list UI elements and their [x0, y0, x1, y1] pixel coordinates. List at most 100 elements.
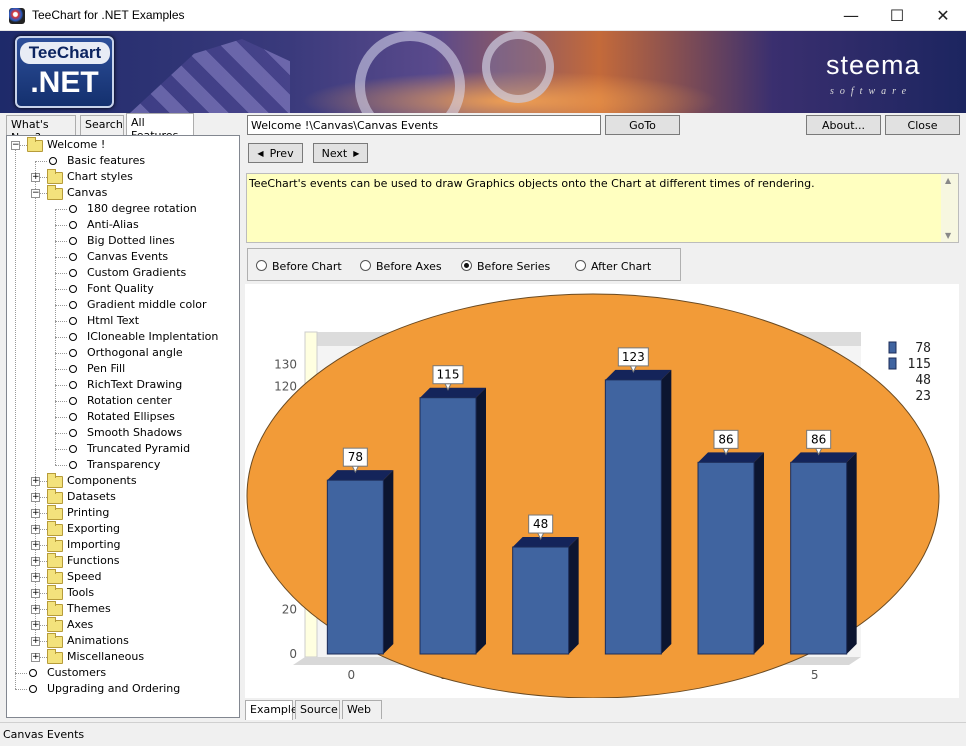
- tree-node[interactable]: + Components: [7, 473, 237, 489]
- radio-1[interactable]: [360, 260, 371, 271]
- tree-node[interactable]: Upgrading and Ordering: [7, 681, 237, 697]
- goto-button[interactable]: GoTo: [605, 115, 680, 135]
- tree-node[interactable]: RichText Drawing: [7, 377, 237, 393]
- tree-node[interactable]: Canvas Events: [7, 249, 237, 265]
- tree-node[interactable]: Font Quality: [7, 281, 237, 297]
- title-bar: TeeChart for .NET Examples — ☐ ✕: [0, 0, 966, 31]
- tree-expander-icon[interactable]: +: [31, 605, 40, 614]
- tree-expander-icon[interactable]: +: [31, 589, 40, 598]
- tree-node[interactable]: Html Text: [7, 313, 237, 329]
- maximize-button[interactable]: ☐: [874, 0, 920, 31]
- tree-expander-icon[interactable]: +: [31, 525, 40, 534]
- path-input[interactable]: [247, 115, 601, 135]
- y-tick-label: 130: [274, 357, 297, 371]
- folder-icon: [47, 649, 63, 664]
- tab-search[interactable]: Search: [80, 115, 124, 135]
- tree-node[interactable]: Basic features: [7, 153, 237, 169]
- tree-expander-icon[interactable]: −: [31, 189, 40, 198]
- tree-node[interactable]: Big Dotted lines: [7, 233, 237, 249]
- close-window-button[interactable]: ✕: [920, 0, 966, 31]
- folder-icon: [47, 185, 63, 200]
- tree-node[interactable]: + Importing: [7, 537, 237, 553]
- radio-label[interactable]: Before Chart: [272, 260, 342, 273]
- description-scrollbar[interactable]: ▲ ▼: [941, 174, 958, 242]
- tree-node[interactable]: + Animations: [7, 633, 237, 649]
- tree-expander-icon[interactable]: +: [31, 173, 40, 182]
- tree-node[interactable]: + Axes: [7, 617, 237, 633]
- tab-web[interactable]: Web: [342, 700, 382, 719]
- banner: [0, 31, 966, 113]
- leaf-circle-icon: [69, 461, 77, 469]
- leaf-circle-icon: [49, 157, 57, 165]
- tab-whats-new[interactable]: What's New?: [6, 115, 76, 144]
- radio-label[interactable]: After Chart: [591, 260, 651, 273]
- tree-expander-icon[interactable]: +: [31, 557, 40, 566]
- tree-node[interactable]: + Exporting: [7, 521, 237, 537]
- tree-node[interactable]: 180 degree rotation: [7, 201, 237, 217]
- tree-node[interactable]: + Functions: [7, 553, 237, 569]
- tree-node[interactable]: + Tools: [7, 585, 237, 601]
- prev-button[interactable]: ◀ Prev: [248, 143, 303, 163]
- tree-node[interactable]: Rotated Ellipses: [7, 409, 237, 425]
- leaf-circle-icon: [69, 445, 77, 453]
- tree-node[interactable]: + Miscellaneous: [7, 649, 237, 665]
- tree-node[interactable]: Rotation center: [7, 393, 237, 409]
- tab-source[interactable]: Source: [295, 700, 340, 719]
- tree-node[interactable]: Orthogonal angle: [7, 345, 237, 361]
- tree-expander-icon[interactable]: −: [11, 141, 20, 150]
- tree-node[interactable]: + Speed: [7, 569, 237, 585]
- tree-node[interactable]: Transparency: [7, 457, 237, 473]
- tree-expander-icon[interactable]: +: [31, 493, 40, 502]
- tree-node-label: Orthogonal angle: [87, 346, 183, 359]
- tree-node[interactable]: Truncated Pyramid: [7, 441, 237, 457]
- about-button[interactable]: About...: [806, 115, 881, 135]
- tree-node[interactable]: Custom Gradients: [7, 265, 237, 281]
- tree-node[interactable]: − Canvas: [7, 185, 237, 201]
- radio-0[interactable]: [256, 260, 267, 271]
- folder-icon: [47, 601, 63, 616]
- scroll-down-icon[interactable]: ▼: [945, 231, 951, 240]
- y-tick-label: 0: [289, 647, 297, 661]
- tab-all-features[interactable]: All Features: [126, 113, 194, 142]
- tab-example[interactable]: Example: [245, 700, 298, 720]
- tree-expander-icon[interactable]: +: [31, 637, 40, 646]
- tree-node[interactable]: ICloneable Implentation: [7, 329, 237, 345]
- tree-node[interactable]: Pen Fill: [7, 361, 237, 377]
- radio-label[interactable]: Before Axes: [376, 260, 442, 273]
- tree-node[interactable]: + Datasets: [7, 489, 237, 505]
- tree-node-label: Gradient middle color: [87, 298, 207, 311]
- scroll-up-icon[interactable]: ▲: [945, 176, 951, 185]
- radio-label[interactable]: Before Series: [477, 260, 550, 273]
- tree-expander-icon[interactable]: +: [31, 621, 40, 630]
- radio-3[interactable]: [575, 260, 586, 271]
- feature-tree[interactable]: − Welcome ! Basic features + Chart styles − Ca…: [6, 135, 240, 718]
- tree-expander-icon[interactable]: +: [31, 541, 40, 550]
- tree-node[interactable]: Smooth Shadows: [7, 425, 237, 441]
- description-box[interactable]: TeeChart's events can be used to draw Gr…: [246, 173, 959, 243]
- tree-node-label: Printing: [67, 506, 110, 519]
- tree-expander-icon[interactable]: +: [31, 477, 40, 486]
- tree-node[interactable]: + Themes: [7, 601, 237, 617]
- minimize-button[interactable]: —: [828, 0, 874, 31]
- next-button[interactable]: Next ▶: [313, 143, 368, 163]
- tree-node[interactable]: + Printing: [7, 505, 237, 521]
- tree-node[interactable]: + Chart styles: [7, 169, 237, 185]
- leaf-circle-icon: [69, 349, 77, 357]
- tree-node-label: Welcome !: [47, 138, 106, 151]
- tree-node-label: Basic features: [67, 154, 146, 167]
- tree-node[interactable]: Anti-Alias: [7, 217, 237, 233]
- radio-2[interactable]: [461, 260, 472, 271]
- tree-expander-icon[interactable]: +: [31, 573, 40, 582]
- tree-expander-icon[interactable]: +: [31, 509, 40, 518]
- close-button[interactable]: Close: [885, 115, 960, 135]
- app-icon: [9, 8, 25, 24]
- leaf-circle-icon: [69, 429, 77, 437]
- tree-node[interactable]: Customers: [7, 665, 237, 681]
- tree-node[interactable]: − Welcome !: [7, 137, 237, 153]
- tree-expander-icon[interactable]: +: [31, 653, 40, 662]
- tree-node[interactable]: Gradient middle color: [7, 297, 237, 313]
- leaf-circle-icon: [69, 365, 77, 373]
- leaf-circle-icon: [69, 237, 77, 245]
- next-label: Next: [321, 146, 348, 160]
- chart-area[interactable]: 1301203200015 78115481238686 781154823: [245, 284, 959, 698]
